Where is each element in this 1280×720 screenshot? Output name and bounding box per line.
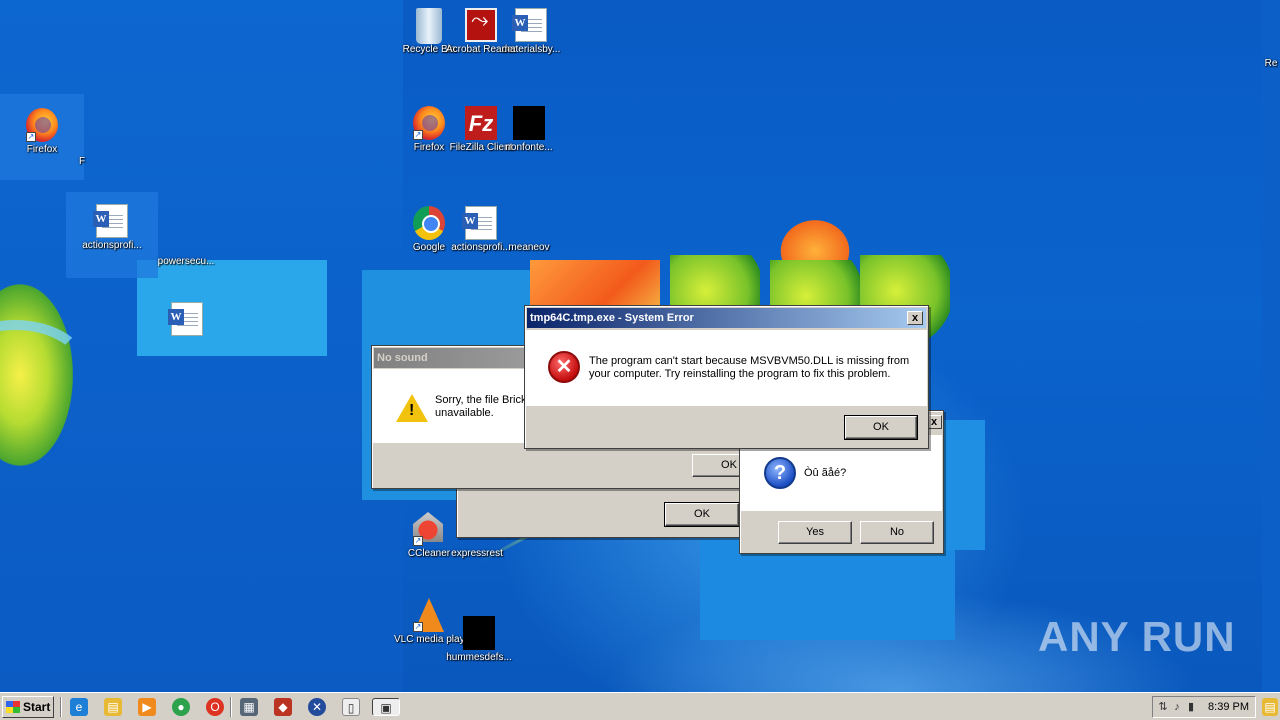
- desktop-icon-meaneov[interactable]: meaneov: [494, 206, 564, 264]
- brick-app-icon[interactable]: ◆: [274, 698, 292, 716]
- icon-label: F: [78, 156, 86, 167]
- desktop-icon-nonfonte[interactable]: nonfonte...: [494, 106, 564, 154]
- ccleaner-icon: ↗: [413, 512, 445, 546]
- word-document-icon: W: [462, 206, 497, 240]
- icon-label: actionsprofi...: [82, 240, 142, 251]
- volume-icon[interactable]: ♪: [1171, 700, 1183, 714]
- folder-icon[interactable]: ▤: [104, 698, 122, 716]
- desktop-icon-f[interactable]: F: [72, 156, 92, 168]
- taskbar-separator: [230, 697, 232, 717]
- icon-label: nonfonte...: [505, 142, 553, 153]
- dialog-system-error: tmp64C.tmp.exe - System Error x ✕ The pr…: [524, 305, 929, 449]
- dialog-message: The program can't start because MSVBVM50…: [589, 355, 910, 380]
- desktop-panel-right: [1262, 0, 1280, 692]
- word-document-icon: W: [168, 302, 203, 336]
- word-document-icon: W: [93, 204, 128, 238]
- windows-logo-icon: [6, 701, 20, 713]
- clock[interactable]: 8:39 PM: [1208, 697, 1249, 717]
- icon-label: meaneov: [508, 242, 550, 253]
- desktop-icon-hummesdefs[interactable]: hummesdefs...: [444, 606, 514, 664]
- start-button[interactable]: Start: [2, 696, 54, 718]
- icon-label: powersecu...: [157, 256, 215, 267]
- error-icon: ✕: [548, 351, 580, 383]
- chrome-taskbar-icon[interactable]: ●: [172, 698, 190, 716]
- acrobat-icon: [465, 8, 497, 42]
- program-window-icon[interactable]: ▦: [240, 698, 258, 716]
- yes-button[interactable]: Yes: [778, 521, 852, 544]
- ok-button[interactable]: OK: [664, 502, 740, 527]
- icon-label: Re: [1264, 58, 1278, 69]
- warning-icon: !: [396, 394, 428, 422]
- desktop-icon-powersecu[interactable]: powersecu...: [150, 256, 222, 268]
- media-player-icon[interactable]: ▶: [138, 698, 156, 716]
- render-glitch: [700, 540, 955, 640]
- blank-file-icon: [513, 106, 545, 140]
- icon-label: Firefox: [26, 144, 58, 155]
- desktop-icon-actionsprofile[interactable]: W actionsprofi...: [66, 192, 158, 278]
- question-icon: ?: [764, 457, 796, 489]
- blank-file-icon: [463, 616, 495, 650]
- start-label: Start: [23, 700, 51, 714]
- blank-file-icon: [513, 206, 545, 240]
- render-glitch: [940, 420, 985, 550]
- dialog-title: tmp64C.tmp.exe - System Error: [527, 308, 926, 328]
- vlc-icon: ↗: [413, 598, 445, 632]
- filezilla-icon: Fz: [465, 106, 497, 140]
- desktop-icon-expressrest[interactable]: expressrest: [442, 548, 512, 560]
- show-desktop-icon[interactable]: ▤: [1262, 698, 1278, 716]
- system-tray: ⇅ ♪ ▮ 8:39 PM: [1152, 696, 1256, 718]
- internet-explorer-icon[interactable]: e: [70, 698, 88, 716]
- desktop-icon-materials[interactable]: W materialsby...: [496, 8, 566, 56]
- dialog-ghost: OK: [456, 486, 746, 538]
- no-button[interactable]: No: [860, 521, 934, 544]
- firefox-icon: ↗: [26, 108, 58, 142]
- desktop-icon-document[interactable]: W: [152, 302, 222, 338]
- taskbar-separator: [60, 697, 62, 717]
- power-icon[interactable]: ▮: [1185, 700, 1197, 714]
- icon-label: hummesdefs...: [446, 652, 512, 663]
- active-window-icon[interactable]: ▣: [372, 698, 400, 716]
- dialog-message: Sorry, the file Brick unavailable.: [435, 394, 527, 419]
- icon-label: materialsby...: [501, 44, 561, 55]
- chrome-icon: [413, 206, 445, 240]
- notepad-icon[interactable]: ▯: [342, 698, 360, 716]
- firefox-icon: ↗: [413, 106, 445, 140]
- word-document-icon: W: [512, 8, 547, 42]
- taskbar: Start e ▤ ▶ ● O ▦ ◆ ✕ ▯ ▣ ⇅ ♪ ▮ 8:39 PM …: [0, 692, 1280, 720]
- error-app-icon[interactable]: ✕: [308, 698, 326, 716]
- desktop-icon-recycle-partial[interactable]: Re: [1262, 58, 1280, 70]
- icon-label: expressrest: [451, 548, 503, 559]
- network-icon[interactable]: ⇅: [1157, 700, 1169, 714]
- opera-icon[interactable]: O: [206, 698, 224, 716]
- recycle-bin-icon: [413, 8, 445, 44]
- dialog-message: Òû ãåé?: [804, 467, 847, 479]
- close-icon[interactable]: x: [907, 311, 923, 325]
- ok-button[interactable]: OK: [844, 415, 918, 440]
- anyrun-watermark: ANY RUN: [1038, 613, 1236, 660]
